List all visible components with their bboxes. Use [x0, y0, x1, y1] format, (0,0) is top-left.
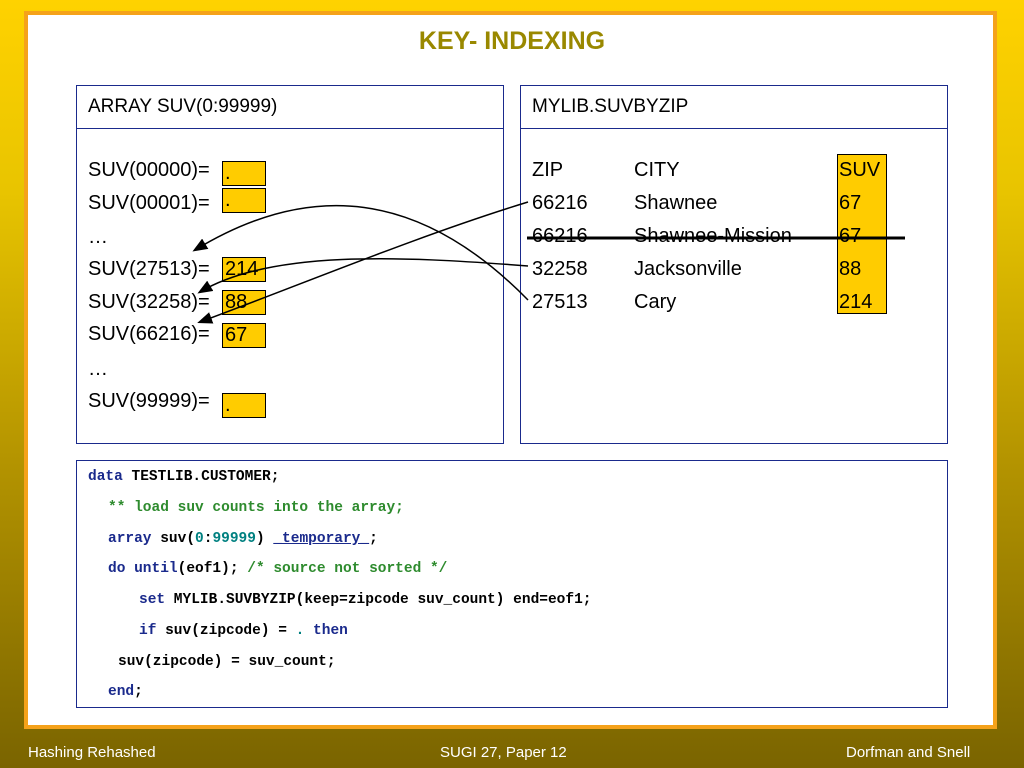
mapping-arrows	[192, 201, 905, 324]
footer-right: Dorfman and Snell	[846, 744, 971, 761]
footer-center: SUGI 27, Paper 12	[440, 744, 567, 761]
arrow-27513	[192, 204, 529, 301]
footer-left: Hashing Rehashed	[28, 744, 156, 761]
arrow-32258	[197, 258, 529, 294]
